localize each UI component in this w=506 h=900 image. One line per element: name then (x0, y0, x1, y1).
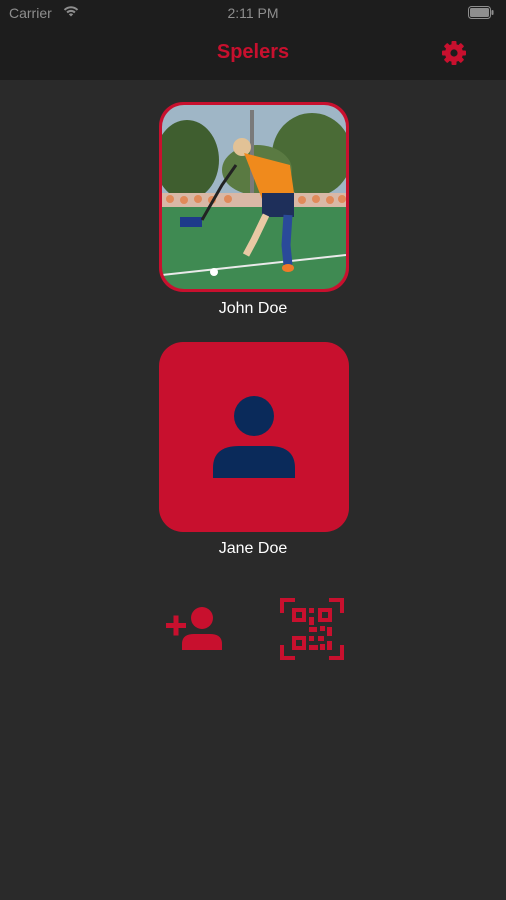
player-photo (162, 105, 346, 289)
nav-bar: Spelers (0, 26, 506, 80)
player-card-john-doe[interactable] (159, 102, 349, 292)
battery-icon (468, 6, 494, 19)
status-time: 2:11 PM (227, 5, 279, 21)
player-name-jane-doe: Jane Doe (218, 540, 288, 557)
gear-icon[interactable] (440, 39, 468, 67)
player-name-john-doe: John Doe (218, 300, 288, 317)
qr-scan-icon[interactable] (279, 597, 345, 661)
player-card-jane-doe[interactable] (159, 342, 349, 532)
page-title: Spelers (216, 41, 290, 63)
player-photo-image (162, 105, 346, 289)
add-person-icon[interactable] (164, 604, 228, 652)
status-bar: Carrier 2:11 PM (0, 0, 506, 26)
person-icon (213, 396, 295, 478)
